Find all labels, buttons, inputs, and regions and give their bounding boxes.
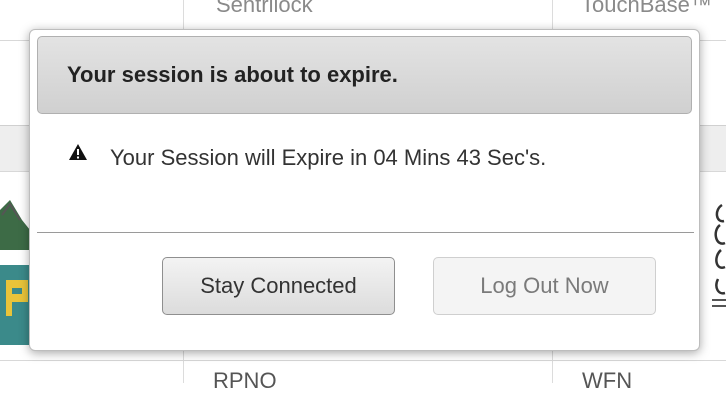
background-cell-wfn: WFN: [582, 368, 633, 393]
warning-icon: [69, 144, 87, 160]
partner-logo-left: [0, 200, 30, 345]
session-timeout-dialog: Your session is about to expire. Your Se…: [29, 29, 700, 351]
dialog-title: Your session is about to expire.: [67, 62, 398, 87]
background-cell-touchbase: TouchBase™: [581, 0, 712, 17]
row-divider: [0, 360, 726, 361]
background-cell-sentrilock: Sentrilock: [216, 0, 313, 17]
partner-logo-right: [712, 203, 726, 307]
log-out-now-button[interactable]: Log Out Now: [433, 257, 656, 315]
background-cell-rpno: RPNO: [213, 368, 277, 393]
dialog-header: Your session is about to expire.: [37, 36, 692, 114]
dialog-footer-divider: [37, 232, 694, 233]
session-expiry-message: Your Session will Expire in 04 Mins 43 S…: [110, 145, 547, 170]
stay-connected-button[interactable]: Stay Connected: [162, 257, 395, 315]
